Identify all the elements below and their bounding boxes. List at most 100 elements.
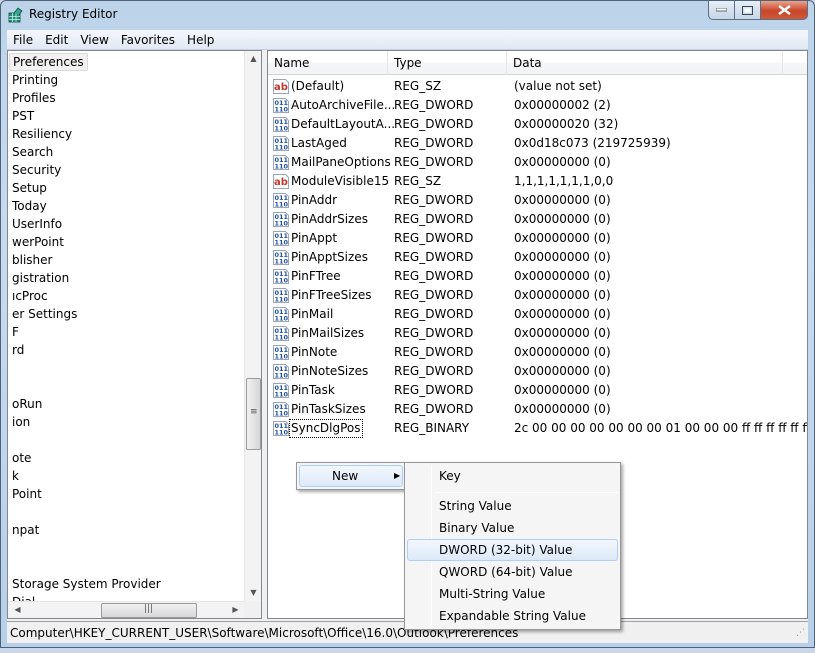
value-data: 0x0d18c073 (219725939) xyxy=(514,136,671,150)
tree-vscroll-thumb[interactable]: ≡ xyxy=(246,378,261,450)
table-row[interactable]: ab ModuleVisible15 REG_SZ 1,1,1,1,1,1,1,0,0 xyxy=(268,172,807,191)
column-header-type[interactable]: Type xyxy=(388,51,507,75)
menu-file[interactable]: File xyxy=(7,30,39,49)
tree-item[interactable]: Storage System Provider xyxy=(12,575,161,593)
table-row[interactable]: 011 110 PinFTree REG_DWORD 0x00000000 (0) xyxy=(268,267,807,286)
table-row[interactable]: 011 110 PinNoteSizes REG_DWORD 0x00000000 (0… xyxy=(268,362,807,381)
tree-item[interactable]: Profiles xyxy=(12,89,56,107)
registry-tree[interactable]: Preferences Printing Profiles PST Resiliency… xyxy=(7,50,262,619)
scrollbar-corner xyxy=(244,601,261,618)
submenu-item-qword-value[interactable]: QWORD (64-bit) Value xyxy=(407,561,618,583)
table-row[interactable]: 011 110 PinNote REG_DWORD 0x00000000 (0) xyxy=(268,343,807,362)
table-row[interactable]: 011 110 PinMail REG_DWORD 0x00000000 (0) xyxy=(268,305,807,324)
table-row[interactable]: 011 110 PinFTreeSizes REG_DWORD 0x00000000 (… xyxy=(268,286,807,305)
column-header-name[interactable]: Name xyxy=(268,51,388,75)
tree-item[interactable]: werPoint xyxy=(12,233,64,251)
table-row[interactable]: 011 110 PinAddrSizes REG_DWORD 0x00000000 (0… xyxy=(268,210,807,229)
svg-text:110: 110 xyxy=(275,239,289,247)
new-submenu: Key String Value Binary Value DWORD (32-… xyxy=(404,462,621,630)
binary-value-icon: 011 110 xyxy=(273,383,289,399)
maximize-button[interactable] xyxy=(735,1,761,20)
menu-edit[interactable]: Edit xyxy=(39,30,74,49)
submenu-item-binary-value[interactable]: Binary Value xyxy=(407,517,618,539)
svg-text:110: 110 xyxy=(275,125,289,133)
scroll-up-arrow-icon[interactable]: ▲ xyxy=(246,54,261,63)
binary-value-icon: 011 110 xyxy=(273,212,289,228)
submenu-item-dword-value[interactable]: DWORD (32-bit) Value xyxy=(407,539,618,561)
tree-item[interactable]: Search xyxy=(12,143,53,161)
table-row[interactable]: 011 110 PinTaskSizes REG_DWORD 0x00000000 (0… xyxy=(268,400,807,419)
tree-item[interactable]: Setup xyxy=(12,179,47,197)
value-data: 0x00000000 (0) xyxy=(514,364,611,378)
tree-item[interactable]: oRun xyxy=(12,395,42,413)
submenu-item-string-value[interactable]: String Value xyxy=(407,495,618,517)
tree-item[interactable]: ıcProc xyxy=(12,287,48,305)
value-type: REG_DWORD xyxy=(394,383,474,397)
context-menu: New ▶ xyxy=(296,462,406,490)
binary-value-icon: 011 110 xyxy=(273,269,289,285)
tree-hscroll-thumb[interactable]: ||| xyxy=(101,603,197,618)
value-data: 0x00000020 (32) xyxy=(514,117,619,131)
table-row[interactable]: 011 110 PinAppt REG_DWORD 0x00000000 (0) xyxy=(268,229,807,248)
value-name: MailPaneOptions xyxy=(291,155,391,169)
context-menu-item-new[interactable]: New ▶ xyxy=(299,465,403,487)
table-row[interactable]: 011 110 AutoArchiveFile... REG_DWORD 0x00000… xyxy=(268,96,807,115)
tree-item[interactable]: Point xyxy=(12,485,42,503)
tree-item[interactable]: Security xyxy=(12,161,61,179)
column-header-data[interactable]: Data xyxy=(507,51,783,75)
value-type: REG_DWORD xyxy=(394,269,474,283)
svg-text:110: 110 xyxy=(275,106,289,114)
tree-item[interactable]: k xyxy=(12,467,19,485)
tree-item[interactable]: Printing xyxy=(12,71,58,89)
scroll-left-arrow-icon[interactable]: ◀ xyxy=(10,605,25,614)
tree-item[interactable]: ion xyxy=(12,413,30,431)
tree-item[interactable]: er Settings xyxy=(12,305,77,323)
table-row[interactable]: 011 110 DefaultLayoutA... REG_DWORD 0x000000… xyxy=(268,115,807,134)
submenu-item-key[interactable]: Key xyxy=(407,465,618,487)
tree-item[interactable]: UserInfo xyxy=(12,215,62,233)
tree-item[interactable]: Resiliency xyxy=(12,125,72,143)
menu-favorites[interactable]: Favorites xyxy=(115,30,181,49)
binary-value-icon: 011 110 xyxy=(273,231,289,247)
svg-text:110: 110 xyxy=(275,372,289,380)
scroll-right-arrow-icon[interactable]: ▶ xyxy=(228,605,243,614)
value-type: REG_DWORD xyxy=(394,364,474,378)
submenu-item-expandable-string-value[interactable]: Expandable String Value xyxy=(407,605,618,627)
tree-item[interactable]: PST xyxy=(12,107,34,125)
tree-item[interactable]: Preferences xyxy=(9,53,88,71)
svg-text:110: 110 xyxy=(275,258,289,266)
value-data: 0x00000000 (0) xyxy=(514,288,611,302)
menu-view[interactable]: View xyxy=(74,30,114,49)
menu-help[interactable]: Help xyxy=(181,30,220,49)
value-type: REG_DWORD xyxy=(394,212,474,226)
binary-value-icon: 011 110 xyxy=(273,117,289,133)
close-button[interactable] xyxy=(761,1,808,20)
value-type: REG_BINARY xyxy=(394,421,470,435)
tree-item[interactable]: F xyxy=(12,323,19,341)
tree-item[interactable]: npat xyxy=(12,521,39,539)
title-bar[interactable]: Registry Editor xyxy=(1,1,814,29)
new-label: New xyxy=(332,469,359,483)
binary-value-icon: 011 110 xyxy=(273,307,289,323)
table-row[interactable]: 011 110 PinAddr REG_DWORD 0x00000000 (0) xyxy=(268,191,807,210)
value-name: PinMail xyxy=(291,307,334,321)
tree-item[interactable]: gistration xyxy=(12,269,69,287)
resize-grip-icon[interactable]: ⋰ xyxy=(796,622,805,644)
table-row[interactable]: 011 110 PinTask REG_DWORD 0x00000000 (0) xyxy=(268,381,807,400)
scroll-down-arrow-icon[interactable]: ▼ xyxy=(246,588,261,597)
table-row[interactable]: 011 110 LastAged REG_DWORD 0x0d18c073 (21972… xyxy=(268,134,807,153)
table-row[interactable]: 011 110 PinMailSizes REG_DWORD 0x00000000 (0… xyxy=(268,324,807,343)
value-name: PinAddrSizes xyxy=(291,212,368,226)
tree-item[interactable]: ote xyxy=(12,449,31,467)
tree-item[interactable]: rd xyxy=(12,341,24,359)
table-row[interactable]: 011 110 MailPaneOptions REG_DWORD 0x00000000… xyxy=(268,153,807,172)
table-row[interactable]: 011 110 PinApptSizes REG_DWORD 0x00000000 (0… xyxy=(268,248,807,267)
tree-item[interactable]: blisher xyxy=(12,251,52,269)
tree-vertical-scrollbar[interactable]: ▲ ≡ ▼ xyxy=(244,51,261,602)
tree-horizontal-scrollbar[interactable]: ◀ ||| ▶ xyxy=(8,601,244,618)
tree-item[interactable]: Today xyxy=(12,197,47,215)
table-row[interactable]: 011 110 SyncDlgPos REG_BINARY 2c 00 00 00 00… xyxy=(268,419,807,438)
submenu-item-multi-string-value[interactable]: Multi-String Value xyxy=(407,583,618,605)
table-row[interactable]: ab (Default) REG_SZ (value not set) xyxy=(268,77,807,96)
minimize-button[interactable] xyxy=(708,1,735,20)
